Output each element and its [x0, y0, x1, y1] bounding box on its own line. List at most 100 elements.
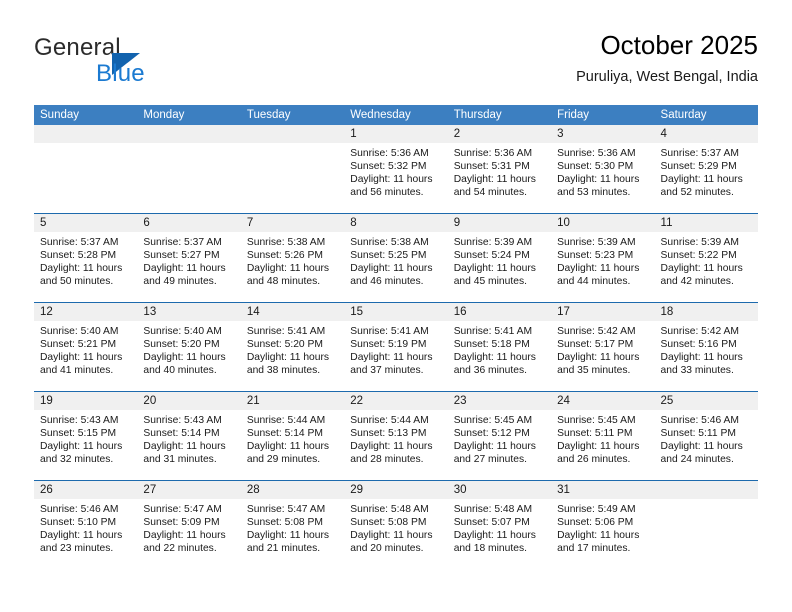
daylight-text-line1: Daylight: 11 hours	[40, 441, 123, 453]
day-details: Sunrise: 5:39 AM Sunset: 5:24 PM Daylight:…	[448, 232, 551, 302]
day-number	[240, 125, 345, 143]
calendar-day-cell[interactable]: 2 Sunrise: 5:36 AM Sunset: 5:31 PM Daylight…	[447, 125, 552, 213]
day-number: 22	[344, 392, 448, 410]
day-number: 18	[654, 303, 758, 321]
calendar-week-row: 5 Sunrise: 5:37 AM Sunset: 5:28 PM Daylight…	[34, 213, 758, 302]
day-number: 29	[344, 481, 448, 499]
day-number: 27	[137, 481, 241, 499]
calendar-day-cell[interactable]: 6 Sunrise: 5:37 AM Sunset: 5:27 PM Daylight…	[137, 214, 241, 302]
day-number: 20	[137, 392, 241, 410]
title-block: October 2025 Puruliya, West Bengal, Indi…	[576, 28, 758, 88]
daylight-text-line2: and 20 minutes.	[350, 543, 424, 555]
calendar-day-cell[interactable]: 30 Sunrise: 5:48 AM Sunset: 5:07 PM Dayligh…	[447, 481, 552, 569]
day-of-week-thursday: Thursday	[453, 109, 502, 121]
daylight-text-line1: Daylight: 11 hours	[143, 263, 226, 275]
calendar-day-cell[interactable]: 18 Sunrise: 5:42 AM Sunset: 5:16 PM Dayligh…	[654, 303, 758, 391]
day-details: Sunrise: 5:40 AM Sunset: 5:21 PM Daylight:…	[34, 321, 137, 391]
generalblue-logo[interactable]: General Blue	[34, 34, 224, 90]
day-details: Sunrise: 5:41 AM Sunset: 5:19 PM Daylight:…	[344, 321, 447, 391]
day-number: 1	[344, 125, 448, 143]
day-details: Sunrise: 5:47 AM Sunset: 5:08 PM Daylight:…	[241, 499, 344, 569]
calendar-day-cell[interactable]: 10 Sunrise: 5:39 AM Sunset: 5:23 PM Dayligh…	[551, 214, 655, 302]
calendar-day-cell[interactable]: 4 Sunrise: 5:37 AM Sunset: 5:29 PM Daylight…	[654, 125, 758, 213]
sunrise-text: Sunrise: 5:41 AM	[350, 326, 429, 337]
day-number: 28	[240, 481, 345, 499]
calendar-day-cell[interactable]: 26 Sunrise: 5:46 AM Sunset: 5:10 PM Dayligh…	[34, 481, 138, 569]
sunset-text: Sunset: 5:08 PM	[350, 517, 427, 529]
calendar-day-cell[interactable]: 23 Sunrise: 5:45 AM Sunset: 5:12 PM Dayligh…	[447, 392, 552, 480]
calendar-day-cell[interactable]: 3 Sunrise: 5:36 AM Sunset: 5:30 PM Daylight…	[551, 125, 655, 213]
calendar-day-cell[interactable]: 7 Sunrise: 5:38 AM Sunset: 5:26 PM Daylight…	[240, 214, 345, 302]
calendar-day-cell[interactable]: 20 Sunrise: 5:43 AM Sunset: 5:14 PM Dayligh…	[137, 392, 241, 480]
day-details	[241, 143, 344, 213]
daylight-text-line1: Daylight: 11 hours	[453, 441, 536, 453]
sunrise-text: Sunrise: 5:42 AM	[660, 326, 739, 337]
calendar-day-cell[interactable]: 25 Sunrise: 5:46 AM Sunset: 5:11 PM Dayligh…	[654, 392, 758, 480]
calendar-week-row: 1 Sunrise: 5:36 AM Sunset: 5:32 PM Daylight…	[34, 125, 758, 213]
day-details: Sunrise: 5:37 AM Sunset: 5:29 PM Daylight:…	[655, 143, 758, 213]
calendar-day-cell[interactable]: 11 Sunrise: 5:39 AM Sunset: 5:22 PM Dayligh…	[654, 214, 758, 302]
sunrise-text: Sunrise: 5:43 AM	[40, 415, 119, 426]
calendar-day-cell[interactable]: 5 Sunrise: 5:37 AM Sunset: 5:28 PM Daylight…	[34, 214, 138, 302]
daylight-text-line1: Daylight: 11 hours	[350, 174, 433, 186]
daylight-text-line1: Daylight: 11 hours	[453, 174, 536, 186]
calendar-day-cell[interactable]: 22 Sunrise: 5:44 AM Sunset: 5:13 PM Dayligh…	[344, 392, 448, 480]
calendar-day-cell[interactable]: 1 Sunrise: 5:36 AM Sunset: 5:32 PM Daylight…	[344, 125, 448, 213]
daylight-text-line2: and 27 minutes.	[453, 454, 527, 466]
calendar-day-cell[interactable]: 17 Sunrise: 5:42 AM Sunset: 5:17 PM Dayligh…	[551, 303, 655, 391]
sunrise-text: Sunrise: 5:48 AM	[350, 504, 429, 515]
sunset-text: Sunset: 5:08 PM	[246, 517, 323, 529]
calendar-day-cell-empty	[654, 481, 758, 569]
day-details: Sunrise: 5:46 AM Sunset: 5:11 PM Daylight:…	[655, 410, 758, 480]
day-number: 21	[240, 392, 345, 410]
daylight-text-line2: and 33 minutes.	[660, 365, 734, 377]
sunrise-text: Sunrise: 5:39 AM	[453, 237, 533, 248]
calendar-day-cell[interactable]: 28 Sunrise: 5:47 AM Sunset: 5:08 PM Dayligh…	[240, 481, 345, 569]
calendar-day-cell[interactable]: 16 Sunrise: 5:41 AM Sunset: 5:18 PM Dayligh…	[447, 303, 552, 391]
calendar-day-cell[interactable]: 24 Sunrise: 5:45 AM Sunset: 5:11 PM Dayligh…	[551, 392, 655, 480]
sunset-text: Sunset: 5:19 PM	[350, 339, 427, 351]
sunrise-text: Sunrise: 5:40 AM	[143, 326, 222, 337]
calendar-day-cell[interactable]: 12 Sunrise: 5:40 AM Sunset: 5:21 PM Dayligh…	[34, 303, 138, 391]
sunset-text: Sunset: 5:17 PM	[557, 339, 634, 351]
day-number: 2	[447, 125, 552, 143]
calendar-day-cell[interactable]: 13 Sunrise: 5:40 AM Sunset: 5:20 PM Dayligh…	[137, 303, 241, 391]
daylight-text-line2: and 45 minutes.	[453, 276, 527, 288]
day-number: 8	[344, 214, 448, 232]
day-number: 16	[447, 303, 552, 321]
sunrise-text: Sunrise: 5:49 AM	[557, 504, 636, 515]
daylight-text-line2: and 42 minutes.	[660, 276, 734, 288]
calendar-page: General Blue October 2025 Puruliya, West…	[0, 0, 792, 612]
day-number: 25	[654, 392, 758, 410]
day-details: Sunrise: 5:42 AM Sunset: 5:17 PM Daylight:…	[551, 321, 654, 391]
sunrise-text: Sunrise: 5:45 AM	[453, 415, 533, 426]
daylight-text-line1: Daylight: 11 hours	[453, 352, 536, 364]
sunset-text: Sunset: 5:24 PM	[453, 250, 530, 262]
calendar-day-cell[interactable]: 19 Sunrise: 5:43 AM Sunset: 5:15 PM Dayligh…	[34, 392, 138, 480]
sunrise-text: Sunrise: 5:48 AM	[453, 504, 533, 515]
calendar-day-cell[interactable]: 8 Sunrise: 5:38 AM Sunset: 5:25 PM Daylight…	[344, 214, 448, 302]
calendar-day-cell[interactable]: 14 Sunrise: 5:41 AM Sunset: 5:20 PM Dayligh…	[240, 303, 345, 391]
day-details: Sunrise: 5:38 AM Sunset: 5:25 PM Daylight:…	[344, 232, 447, 302]
daylight-text-line1: Daylight: 11 hours	[143, 441, 226, 453]
sunset-text: Sunset: 5:30 PM	[557, 161, 634, 173]
calendar-weeks: 1 Sunrise: 5:36 AM Sunset: 5:32 PM Daylight…	[34, 125, 758, 569]
day-details: Sunrise: 5:48 AM Sunset: 5:07 PM Daylight:…	[448, 499, 551, 569]
day-number	[654, 481, 758, 499]
sunset-text: Sunset: 5:15 PM	[40, 428, 117, 440]
calendar-day-cell[interactable]: 27 Sunrise: 5:47 AM Sunset: 5:09 PM Dayligh…	[137, 481, 241, 569]
calendar-day-cell[interactable]: 29 Sunrise: 5:48 AM Sunset: 5:08 PM Dayligh…	[344, 481, 448, 569]
day-number: 9	[447, 214, 552, 232]
calendar-week-row: 26 Sunrise: 5:46 AM Sunset: 5:10 PM Dayligh…	[34, 480, 758, 569]
calendar-day-cell[interactable]: 15 Sunrise: 5:41 AM Sunset: 5:19 PM Dayligh…	[344, 303, 448, 391]
day-details: Sunrise: 5:36 AM Sunset: 5:32 PM Daylight:…	[344, 143, 447, 213]
calendar-day-cell[interactable]: 9 Sunrise: 5:39 AM Sunset: 5:24 PM Daylight…	[447, 214, 552, 302]
calendar-day-cell[interactable]: 21 Sunrise: 5:44 AM Sunset: 5:14 PM Dayligh…	[240, 392, 345, 480]
calendar-day-cell[interactable]: 31 Sunrise: 5:49 AM Sunset: 5:06 PM Dayligh…	[551, 481, 655, 569]
sunset-text: Sunset: 5:18 PM	[453, 339, 530, 351]
day-number: 24	[551, 392, 655, 410]
daylight-text-line1: Daylight: 11 hours	[350, 352, 433, 364]
daylight-text-line2: and 18 minutes.	[453, 543, 527, 555]
daylight-text-line1: Daylight: 11 hours	[350, 263, 433, 275]
sunrise-text: Sunrise: 5:38 AM	[246, 237, 326, 248]
